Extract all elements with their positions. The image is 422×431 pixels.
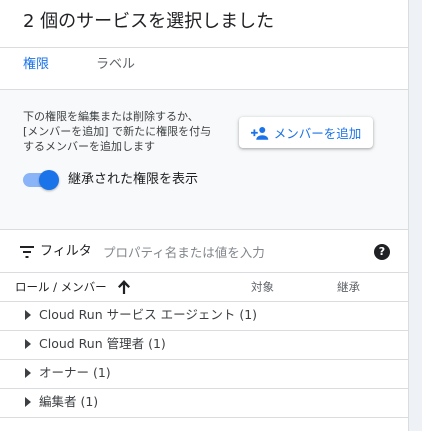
page-background-strip [408,0,422,431]
expand-caret-icon[interactable] [25,397,31,407]
expand-caret-icon[interactable] [25,310,31,320]
inherited-toggle-label: 継承された権限を表示 [68,172,199,187]
inherited-permissions-toggle[interactable] [23,170,59,190]
add-member-label: メンバーを追加 [273,126,362,141]
filter-icon[interactable] [20,246,34,258]
column-header-role[interactable]: ロール / メンバー [15,279,107,295]
description-line: するメンバーを追加します [23,140,155,153]
title-divider [0,47,408,48]
table-row[interactable]: Cloud Run 管理者 (1) [0,330,408,359]
filter-bar: フィルタ ? [0,238,408,266]
row-divider [0,417,408,418]
person-add-icon [250,126,268,140]
permissions-description: 下の権限を編集または削除するか、 [メンバーを追加] で新たに権限を付与 するメ… [23,109,235,154]
row-label: Cloud Run サービス エージェント (1) [39,307,258,322]
info-divider [0,229,408,230]
filter-input[interactable] [103,241,353,263]
column-header-inherited: 継承 [337,280,360,294]
column-header-target: 対象 [251,280,274,294]
panel-title: 2 個のサービスを選択しました [23,11,275,32]
description-line: [メンバーを追加] で新たに権限を付与 [23,125,212,138]
table-row[interactable]: Cloud Run サービス エージェント (1) [0,301,408,330]
info-panel: 2 個のサービスを選択しました 権限 ラベル 下の権限を編集または削除するか、 … [0,0,408,431]
table-row[interactable]: オーナー (1) [0,359,408,388]
table-row[interactable]: 編集者 (1) [0,388,408,417]
help-icon[interactable]: ? [374,244,390,260]
row-label: 編集者 (1) [39,394,99,409]
expand-caret-icon[interactable] [25,339,31,349]
toggle-knob [39,170,59,190]
row-label: オーナー (1) [39,365,111,380]
row-label: Cloud Run 管理者 (1) [39,336,166,351]
filter-label: フィルタ [40,244,92,259]
add-member-button[interactable]: メンバーを追加 [239,117,373,148]
tab-permissions[interactable]: 権限 [23,56,49,74]
tab-labels[interactable]: ラベル [96,56,135,74]
table-header: ロール / メンバー 対象 継承 [0,273,408,301]
sort-arrow-up-icon[interactable] [117,279,131,295]
description-line: 下の権限を編集または削除するか、 [23,110,199,123]
expand-caret-icon[interactable] [25,368,31,378]
